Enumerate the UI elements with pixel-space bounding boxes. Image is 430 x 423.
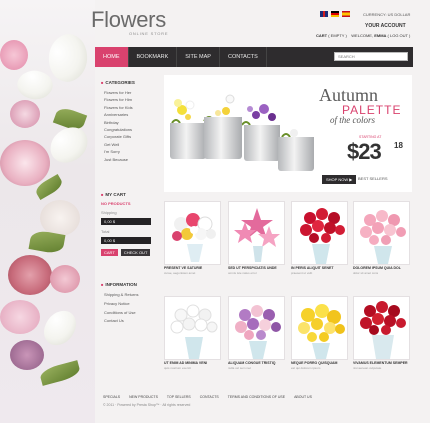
best-sellers-link[interactable]: BEST SELLERS xyxy=(358,176,388,181)
shipping-label: Shipping xyxy=(101,210,117,215)
product-name[interactable]: IN PERIS ALIQUIT SENET xyxy=(291,266,351,270)
product-image[interactable] xyxy=(228,201,285,265)
product-card[interactable]: IN PERIS ALIQUIT SENET praesent ut velit xyxy=(291,201,351,275)
categories-title: CATEGORIES xyxy=(101,80,161,85)
product-card[interactable]: ALIQUAM CONGUE TRISTIQ nulla vel sem nec xyxy=(228,296,288,370)
product-name[interactable]: PRESENT VE SATURIE xyxy=(164,266,224,270)
product-name[interactable]: NEQUE PORRO QUISQUAM xyxy=(291,361,351,365)
product-name[interactable]: ALIQUAM CONGUE TRISTIQ xyxy=(228,361,288,365)
info-link[interactable]: Conditions of Use xyxy=(101,309,161,318)
categories-box: CATEGORIES Flowers for Her Flowers for H… xyxy=(101,80,161,163)
product-name[interactable]: DOLOREM IPSUM QUIA DOL xyxy=(353,266,413,270)
cart-box: MY CART NO PRODUCTS Shipping 0,00 $ Tota… xyxy=(101,192,161,256)
product-image[interactable] xyxy=(291,296,348,360)
information-box: INFORMATION Shipping & Returns Privacy N… xyxy=(101,282,161,326)
category-item[interactable]: Get Well xyxy=(101,141,161,148)
logo-title: Flowers xyxy=(91,7,166,32)
product-image[interactable] xyxy=(164,296,221,360)
product-desc: curae, aegonisten amet xyxy=(164,271,196,275)
floral-background xyxy=(0,0,95,423)
banner-colors: of the colors xyxy=(330,115,375,125)
nav-site-map[interactable]: SITE MAP xyxy=(177,47,220,67)
footer-link-top-sellers[interactable]: TOP SELLERS xyxy=(167,395,191,399)
info-link[interactable]: Contact Us xyxy=(101,317,161,326)
total-value: 0,00 $ xyxy=(101,237,151,244)
header-cart-line: CART ( EMPTY ) WELCOME, EMMA ( LOG OUT ) xyxy=(316,33,410,38)
copyright: © 2011 · Powered by Presta Shop™ · All r… xyxy=(103,403,191,407)
shipping-value: 0,00 $ xyxy=(101,218,151,225)
cart-button[interactable]: CART xyxy=(101,249,118,256)
product-desc: nulla vel sem nec xyxy=(228,366,252,370)
flag-english-icon[interactable] xyxy=(320,11,328,17)
category-item[interactable]: Congratulations xyxy=(101,126,161,133)
shop-now-button[interactable]: SHOP NOW ▶ xyxy=(322,175,357,184)
category-item[interactable]: Flowers for Kids xyxy=(101,104,161,111)
nav-contacts[interactable]: CONTACTS xyxy=(220,47,267,67)
footer-link-about[interactable]: ABOUT US xyxy=(294,395,312,399)
total-label: Total xyxy=(101,229,110,234)
category-item[interactable]: Birthday xyxy=(101,119,161,126)
category-item[interactable]: I'm Sorry xyxy=(101,148,161,155)
product-desc: nisi aenean vulputate xyxy=(353,366,382,370)
logo-subtitle: ONLINE STORE xyxy=(129,31,169,36)
bucket xyxy=(204,117,242,159)
footer-link-specials[interactable]: SPECIALS xyxy=(103,395,120,399)
product-card[interactable]: SED UT PERSPICIATIS UNDE omnis iste natu… xyxy=(228,201,288,275)
product-desc: praesent ut velit xyxy=(291,271,313,275)
category-item[interactable]: Just Because xyxy=(101,156,161,163)
product-image[interactable] xyxy=(353,296,410,360)
footer-link-contacts[interactable]: CONTACTS xyxy=(200,395,219,399)
nav-bookmark[interactable]: BOOKMARK xyxy=(129,47,178,67)
category-item[interactable]: Anniversaries xyxy=(101,111,161,118)
product-desc: omnis iste natus error xyxy=(228,271,257,275)
product-image[interactable] xyxy=(228,296,285,360)
category-item[interactable]: Flowers for Him xyxy=(101,96,161,103)
product-image[interactable] xyxy=(291,201,348,265)
product-name[interactable]: SED UT PERSPICIATIS UNDE xyxy=(228,266,288,270)
banner-price-cents: 18 xyxy=(394,141,403,150)
user-name: EMMA xyxy=(374,33,387,38)
logout-link[interactable]: ( LOG OUT ) xyxy=(388,33,411,38)
language-currency-bar: CURRENCY: US DOLLAR xyxy=(320,11,410,17)
category-item[interactable]: Flowers for Her xyxy=(101,89,161,96)
info-link[interactable]: Privacy Notice xyxy=(101,300,161,309)
currency-selector[interactable]: CURRENCY: US DOLLAR xyxy=(363,12,410,17)
bucket xyxy=(170,123,206,159)
cart-title: MY CART xyxy=(101,192,161,197)
product-image[interactable] xyxy=(164,201,221,265)
bucket xyxy=(244,125,280,161)
welcome-text: WELCOME, xyxy=(351,33,374,38)
logo[interactable]: Flowers ONLINE STORE xyxy=(91,7,169,37)
search-input[interactable]: SEARCH xyxy=(334,52,408,61)
checkout-button[interactable]: CHECK OUT xyxy=(120,249,151,256)
product-name[interactable]: VIVAMUS ELEMENTUM SEMPER xyxy=(353,361,413,365)
product-desc: quis nostrum exercit xyxy=(164,366,191,370)
promo-banner[interactable]: Autumn PALETTE of the colors STARTING AT… xyxy=(164,75,412,192)
product-image[interactable] xyxy=(353,201,410,265)
product-desc: dolor sit amet cons xyxy=(353,271,379,275)
bucket xyxy=(278,137,314,171)
flag-spanish-icon[interactable] xyxy=(342,11,350,17)
banner-price: $23 xyxy=(347,139,382,164)
product-card[interactable]: PRESENT VE SATURIE curae, aegonisten ame… xyxy=(164,201,224,275)
account-title[interactable]: YOUR ACCOUNT xyxy=(365,23,406,29)
category-item[interactable]: Corporate Gifts xyxy=(101,133,161,140)
footer-link-terms[interactable]: TERMS AND CONDITIONS OF USE xyxy=(228,395,285,399)
product-name[interactable]: UT ENIM AD MINIMA VENI xyxy=(164,361,224,365)
product-desc: est qui dolorem ipsum xyxy=(291,366,321,370)
header-cart-link[interactable]: CART xyxy=(316,33,327,38)
info-link[interactable]: Shipping & Returns xyxy=(101,291,161,300)
product-card[interactable]: NEQUE PORRO QUISQUAM est qui dolorem ips… xyxy=(291,296,351,370)
cart-empty-text: NO PRODUCTS xyxy=(101,201,131,206)
footer-link-new-products[interactable]: NEW PRODUCTS xyxy=(129,395,158,399)
flag-german-icon[interactable] xyxy=(331,11,339,17)
product-card[interactable]: VIVAMUS ELEMENTUM SEMPER nisi aenean vul… xyxy=(353,296,413,370)
product-card[interactable]: DOLOREM IPSUM QUIA DOL dolor sit amet co… xyxy=(353,201,413,275)
footer: SPECIALS NEW PRODUCTS TOP SELLERS CONTAC… xyxy=(95,395,413,407)
information-title: INFORMATION xyxy=(101,282,161,287)
header-cart-status: ( EMPTY ) xyxy=(328,33,347,38)
product-card[interactable]: UT ENIM AD MINIMA VENI quis nostrum exer… xyxy=(164,296,224,370)
nav-home[interactable]: HOME xyxy=(95,47,129,67)
